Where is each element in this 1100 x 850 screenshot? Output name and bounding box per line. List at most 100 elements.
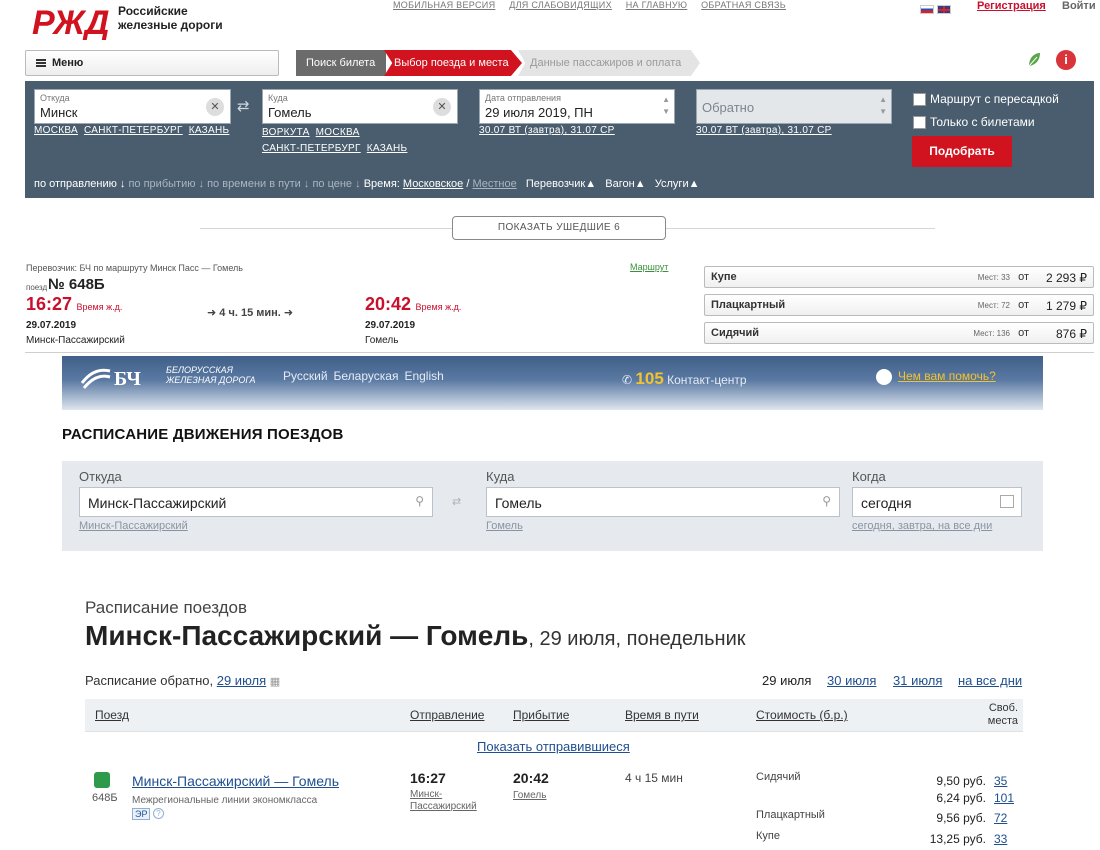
quick-city-link[interactable]: КАЗАНЬ — [367, 143, 408, 154]
hamburger-icon — [36, 59, 46, 68]
when-hint[interactable]: сегодня, завтра, на все дни — [852, 520, 992, 532]
return-date-field[interactable]: Обратно ▲ ▼ — [696, 89, 892, 124]
home-link[interactable]: НА ГЛАВНУЮ — [626, 0, 688, 10]
departure-block: 16:27 Время ж.д. — [26, 294, 122, 315]
from-hint[interactable]: Минск-Пассажирский — [79, 520, 188, 532]
info-icon[interactable]: i — [1056, 50, 1076, 70]
arrival-station-link[interactable]: Гомель — [513, 790, 546, 801]
back-schedule-date-link[interactable]: 29 июля — [217, 673, 266, 688]
carrier-filter[interactable]: Перевозчик — [526, 178, 585, 190]
lang-ru[interactable]: Русский — [283, 369, 328, 383]
leaf-icon[interactable] — [1026, 51, 1042, 69]
accessibility-link[interactable]: ДЛЯ СЛАБОВИДЯЩИХ — [509, 0, 612, 10]
quick-city-link[interactable]: МОСКВА — [316, 127, 360, 138]
lang-by[interactable]: Беларуская — [334, 369, 399, 383]
show-departed-link[interactable]: Показать отправившиеся — [477, 739, 630, 754]
bch-from-input[interactable]: Минск-Пассажирский ⚲ — [79, 487, 433, 517]
transfer-route-checkbox[interactable]: Маршрут с пересадкой — [913, 92, 1059, 107]
back-schedule: Расписание обратно, 29 июля ▦ — [85, 673, 281, 688]
arrow-right-icon: ➜ — [207, 307, 220, 319]
route-title: Минск-Пассажирский — Гомель, 29 июля, по… — [85, 620, 746, 651]
day-link[interactable]: 31 июля — [893, 673, 942, 688]
free-seats-link[interactable]: 35 — [994, 774, 1007, 788]
services-filter[interactable]: Услуги — [655, 178, 689, 190]
svg-text:РЖД: РЖД — [32, 4, 109, 40]
col-price[interactable]: Стоимость (б.р.) — [756, 708, 848, 722]
route-link[interactable]: Маршрут — [630, 262, 668, 272]
fare-class: Купе — [756, 830, 780, 842]
menu-button[interactable]: Меню — [25, 50, 279, 76]
date-spinner-icon[interactable]: ▲ ▼ — [662, 94, 670, 118]
travel-duration: 4 ч 15 мин — [625, 771, 683, 785]
mobile-version-link[interactable]: МОБИЛЬНАЯ ВЕРСИЯ — [393, 0, 495, 10]
step-ticket-search[interactable]: Поиск билета — [296, 50, 386, 76]
clear-icon[interactable]: ✕ — [433, 98, 451, 116]
calendar-icon[interactable]: ▦ — [270, 676, 280, 688]
free-seats-link[interactable]: 72 — [994, 811, 1007, 825]
sort-by-departure[interactable]: по отправлению — [34, 178, 117, 190]
fare-sidyachiy[interactable]: Сидячий Мест: 136 от 876 ₽ — [704, 322, 1094, 344]
swap-icon[interactable]: ⇄ — [237, 97, 250, 115]
train-route-link[interactable]: Минск-Пассажирский — Гомель — [132, 773, 339, 789]
help-icon[interactable]: ? — [153, 808, 164, 819]
sort-by-price[interactable]: по цене — [312, 178, 352, 190]
departure-station-link[interactable]: Минск-Пассажирский — [410, 789, 490, 813]
swap-icon[interactable]: ⇄ — [452, 495, 461, 508]
return-quick-links[interactable]: 30.07 ВТ (завтра), 31.07 СР — [696, 125, 838, 136]
all-days-link[interactable]: на все дни — [958, 673, 1022, 688]
help-link[interactable]: Чем вам помочь? — [898, 369, 996, 383]
departure-date-field[interactable]: Дата отправления 29 июля 2019, ПН ▲ ▼ — [479, 89, 675, 124]
to-hint[interactable]: Гомель — [486, 520, 523, 532]
fare-class: Плацкартный — [756, 809, 825, 821]
top-links: МОБИЛЬНАЯ ВЕРСИЯ ДЛЯ СЛАБОВИДЯЩИХ НА ГЛА… — [393, 0, 797, 10]
bch-date-input[interactable]: сегодня — [852, 487, 1022, 517]
bch-to-input[interactable]: Гомель ⚲ — [486, 487, 840, 517]
train-icon — [94, 772, 110, 788]
date-spinner-icon[interactable]: ▲ ▼ — [879, 94, 887, 118]
calendar-icon[interactable] — [1000, 495, 1014, 508]
flag-ru-icon[interactable] — [920, 5, 934, 15]
departure-date: 29.07.2019 — [26, 320, 77, 331]
sort-by-travel-time[interactable]: по времени в пути — [207, 178, 301, 190]
time-local-option[interactable]: Местное — [472, 178, 516, 190]
col-departure[interactable]: Отправление — [410, 708, 484, 722]
login-link[interactable]: Войти — [1062, 0, 1096, 12]
find-button[interactable]: Подобрать — [912, 136, 1012, 167]
time-moscow-option[interactable]: Московское — [403, 178, 463, 190]
quick-city-link[interactable]: КАЗАНЬ — [189, 125, 230, 136]
car-filter[interactable]: Вагон — [605, 178, 634, 190]
quick-city-link[interactable]: САНКТ-ПЕТЕРБУРГ — [84, 125, 183, 136]
col-duration[interactable]: Время в пути — [625, 708, 699, 722]
only-tickets-checkbox[interactable]: Только с билетами — [913, 115, 1035, 130]
show-gone-button[interactable]: ПОКАЗАТЬ УШЕДШИЕ 6 — [452, 216, 666, 240]
quick-city-link[interactable]: МОСКВА — [34, 125, 78, 136]
quick-city-link[interactable]: САНКТ-ПЕТЕРБУРГ — [262, 143, 361, 154]
to-field[interactable]: Куда Гомель ✕ — [262, 89, 458, 124]
step-train-selection[interactable]: Выбор поезда и места — [384, 50, 522, 76]
feedback-link[interactable]: ОБРАТНАЯ СВЯЗЬ — [701, 0, 786, 10]
date-quick-links[interactable]: 30.07 ВТ (завтра), 31.07 СР — [479, 125, 621, 136]
time-label: Время: — [363, 178, 400, 190]
register-link[interactable]: Регистрация — [977, 0, 1046, 12]
fare-platskart[interactable]: Плацкартный Мест: 72 от 1 279 ₽ — [704, 294, 1094, 316]
contact-center[interactable]: ✆ 105 Контакт-центр — [622, 369, 747, 389]
sort-by-arrival[interactable]: по прибытию — [128, 178, 195, 190]
day-link[interactable]: 30 июля — [827, 673, 876, 688]
free-seats-link[interactable]: 101 — [994, 791, 1014, 805]
rzd-logo[interactable]: РЖД — [30, 4, 110, 40]
time-note: Время ж.д. — [76, 302, 123, 312]
lang-en[interactable]: English — [404, 369, 443, 383]
clear-icon[interactable]: ✕ — [206, 98, 224, 116]
bch-logo[interactable]: БЧ — [80, 363, 160, 391]
from-field[interactable]: Откуда Минск ✕ — [34, 89, 231, 124]
free-seats-link[interactable]: 33 — [994, 832, 1007, 846]
language-flags — [920, 1, 954, 19]
arrow-right-icon: ➜ — [280, 307, 294, 319]
col-arrival[interactable]: Прибытие — [513, 708, 569, 722]
flag-uk-icon[interactable] — [937, 5, 951, 15]
train-label: поезд — [26, 283, 48, 292]
col-train[interactable]: Поезд — [95, 708, 129, 722]
fare-kupe[interactable]: Купе Мест: 33 от 2 293 ₽ — [704, 266, 1094, 288]
location-pin-icon: ⚲ — [822, 494, 831, 508]
quick-city-link[interactable]: ВОРКУТА — [262, 127, 310, 138]
